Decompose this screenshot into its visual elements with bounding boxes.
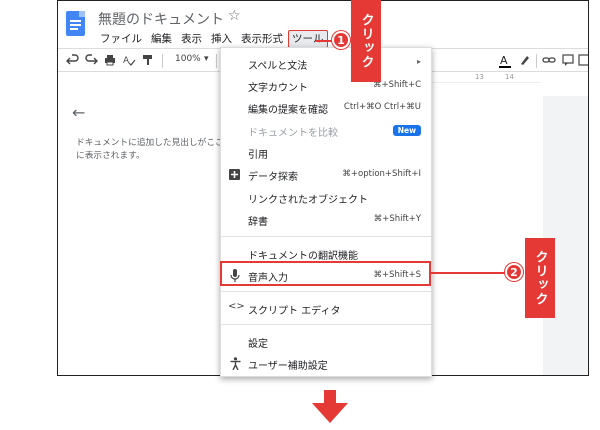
chevron-down-icon[interactable]: ▾ [204, 54, 209, 64]
menu-item-label: リンクされたオブジェクト [248, 195, 368, 206]
menu-item-citations[interactable]: 引用 [221, 142, 431, 162]
menu-item-label: 編集の提案を確認 [248, 105, 328, 116]
menu-item-label: 文字カウント [248, 83, 308, 94]
shortcut-text: ⌘+Shift+Y [373, 214, 421, 224]
text-color-icon[interactable]: A [498, 53, 512, 69]
menu-item-label: 引用 [248, 150, 268, 161]
new-badge: New [392, 125, 421, 136]
step-1-badge: 1 [332, 31, 350, 49]
menu-item-accessibility[interactable]: ユーザー補助設定 [221, 353, 431, 373]
docs-logo-icon[interactable] [66, 11, 85, 36]
menu-item-label: ユーザー補助設定 [248, 361, 328, 372]
ruler-mark: 13 [475, 73, 484, 81]
submenu-arrow-icon: ▸ [416, 57, 421, 66]
menu-divider [221, 236, 431, 237]
step-2-callout: クリック [525, 238, 555, 318]
menu-item-label: スペルと文法 [248, 61, 308, 72]
shortcut-text: ⌘+option+Shift+I [342, 169, 421, 179]
menu-item-label: スクリプト エディタ [248, 306, 341, 317]
shortcut-text: Ctrl+⌘O Ctrl+⌘U [343, 102, 421, 112]
step-1-connector [316, 40, 332, 42]
print-icon[interactable] [103, 53, 117, 67]
menu-item-review-suggestions[interactable]: 編集の提案を確認 Ctrl+⌘O Ctrl+⌘U [221, 97, 431, 117]
paint-format-icon[interactable] [141, 53, 155, 67]
menu-item-label: ドキュメントの翻訳機能 [248, 251, 358, 262]
tools-dropdown-menu: スペルと文法 ▸ 文字カウント ⌘+Shift+C 編集の提案を確認 Ctrl+… [220, 47, 432, 377]
menu-file[interactable]: ファイル [96, 30, 146, 48]
menu-item-linked-objects[interactable]: リンクされたオブジェクト [221, 187, 431, 207]
menu-bar: ファイル 編集 表示 挿入 表示形式 ツール ヘルプ [96, 30, 369, 48]
image-icon[interactable] [578, 53, 589, 67]
menu-view[interactable]: 表示 [177, 30, 206, 48]
menu-item-compare-documents: ドキュメントを比較 New [221, 120, 431, 140]
star-icon[interactable]: ☆ [228, 8, 241, 24]
link-icon[interactable] [542, 53, 556, 67]
step-1-callout: クリック [351, 0, 381, 82]
document-title[interactable]: 無題のドキュメント [98, 9, 224, 29]
comment-icon[interactable] [561, 53, 575, 67]
spellcheck-icon[interactable]: A [122, 53, 136, 67]
svg-text:A: A [500, 54, 508, 67]
highlight-color-icon[interactable] [518, 53, 532, 67]
explore-icon [229, 169, 240, 180]
step-2-badge: 2 [505, 263, 523, 281]
menu-item-label: ドキュメントを比較 [248, 128, 338, 139]
menu-item-label: データ探索 [248, 172, 298, 183]
back-arrow-icon[interactable]: ← [72, 103, 85, 122]
menu-item-label: 辞書 [248, 217, 268, 228]
menu-edit[interactable]: 編集 [147, 30, 176, 48]
menu-item-translate[interactable]: ドキュメントの翻訳機能 [221, 243, 431, 263]
menu-item-script-editor[interactable]: <> スクリプト エディタ [221, 298, 431, 318]
menu-divider [221, 324, 431, 325]
accessibility-icon [230, 357, 241, 370]
menu-item-dictionary[interactable]: 辞書 ⌘+Shift+Y [221, 209, 431, 229]
menu-item-word-count[interactable]: 文字カウント ⌘+Shift+C [221, 75, 431, 95]
arrow-down-icon [312, 390, 348, 423]
menu-tools[interactable]: ツール [288, 30, 328, 48]
zoom-select[interactable]: 100% [175, 54, 201, 64]
menu-item-preferences[interactable]: 設定 [221, 331, 431, 351]
menu-divider [221, 291, 431, 292]
menu-insert[interactable]: 挿入 [207, 30, 236, 48]
voice-typing-highlight [220, 261, 431, 286]
undo-icon[interactable] [66, 53, 80, 67]
code-icon: <> [228, 301, 245, 312]
svg-text:A: A [123, 56, 130, 66]
menu-item-spelling[interactable]: スペルと文法 ▸ [221, 53, 431, 73]
redo-icon[interactable] [84, 53, 98, 67]
menu-item-explore[interactable]: データ探索 ⌘+option+Shift+I [221, 164, 431, 184]
menu-item-label: 設定 [248, 339, 268, 350]
ruler-mark: 14 [505, 73, 514, 81]
step-2-connector [431, 272, 506, 274]
menu-format[interactable]: 表示形式 [237, 30, 287, 48]
